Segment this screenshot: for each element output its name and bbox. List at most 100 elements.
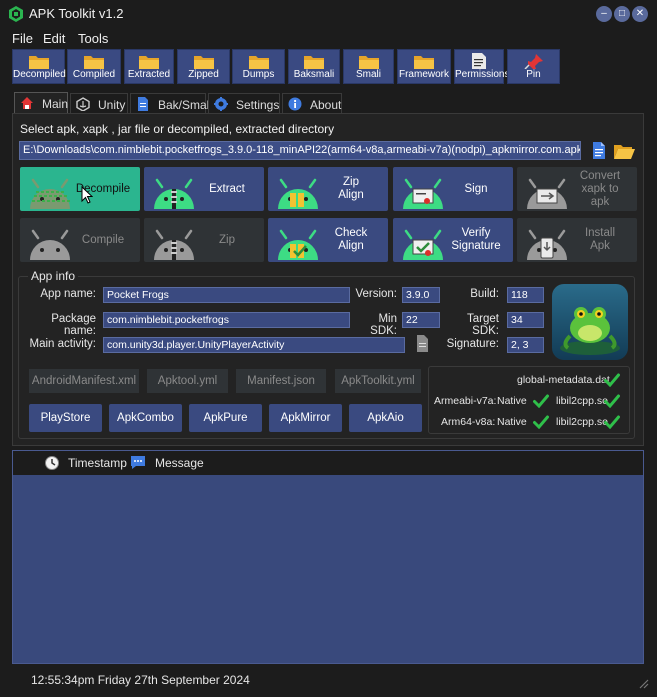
file-apktool-yml-button[interactable]: Apktool.yml: [147, 369, 228, 393]
folder-icon: [358, 56, 379, 69]
tab-unity[interactable]: Unity: [70, 93, 128, 113]
toolbar-button-label: Compiled: [72, 69, 116, 80]
toolbar-framework-button[interactable]: Framework: [397, 49, 451, 84]
menu-edit[interactable]: Edit: [43, 31, 65, 46]
store-apkmirror-button[interactable]: ApkMirror: [269, 404, 342, 432]
toolbar-button-label: Framework: [398, 69, 449, 80]
main-activity-field[interactable]: com.unity3d.player.UnityPlayerActivity: [103, 337, 405, 353]
store-apkaio-button[interactable]: ApkAio: [349, 404, 422, 432]
build-field[interactable]: 118: [507, 287, 544, 303]
install-apk-button[interactable]: Install Apk: [517, 218, 637, 262]
toolbar-extracted-button[interactable]: Extracted: [124, 49, 174, 84]
package-name-field[interactable]: com.nimblebit.pocketfrogs: [103, 312, 350, 328]
android-zip-icon: [154, 229, 194, 260]
menu-file[interactable]: File: [12, 31, 33, 46]
store-apkcombo-button[interactable]: ApkCombo: [109, 404, 182, 432]
resize-grip-icon[interactable]: [638, 678, 650, 690]
apk-path-input[interactable]: E:\Downloads\com.nimblebit.pocketfrogs_3…: [19, 141, 581, 160]
toolbar-button-label: Extracted: [127, 69, 171, 80]
tab-label: Bak/Smali: [158, 98, 213, 112]
arm64-type: Native: [497, 416, 527, 428]
zip-align-button[interactable]: Zip Align: [268, 167, 388, 211]
unity-icon: [76, 97, 90, 111]
file-icon[interactable]: [592, 142, 606, 159]
tab-settings[interactable]: Settings: [208, 93, 280, 113]
toolbar-permissions-button[interactable]: Permissions: [454, 49, 510, 84]
check-icon: [533, 394, 549, 409]
android-check-align-icon: [278, 229, 318, 260]
sign-label: Sign: [464, 182, 488, 195]
zip-button[interactable]: Zip: [144, 218, 264, 262]
build-label: Build:: [470, 288, 499, 300]
check-icon: [604, 415, 620, 430]
check-align-button[interactable]: Check Align: [268, 218, 388, 262]
toolbar-button-label: Permissions: [455, 69, 510, 80]
convert-xapk-label: Convert xapk to apk: [579, 169, 621, 208]
copy-document-icon[interactable]: [416, 335, 429, 352]
folder-icon: [248, 56, 269, 69]
toolbar-baksmali-button[interactable]: Baksmali: [288, 49, 340, 84]
android-verify-signature-icon: [403, 229, 443, 260]
target-sdk-field[interactable]: 34: [507, 312, 544, 328]
arm64-label: Arm64-v8a:: [441, 416, 496, 428]
tab-label: Main: [42, 97, 69, 111]
verify-signature-label: Verify Signature: [451, 227, 501, 252]
decompile-button[interactable]: Decompile: [20, 167, 140, 211]
file-apktoolkit-yml-button[interactable]: ApkToolkit.yml: [335, 369, 421, 393]
android-compile-icon: [30, 229, 70, 260]
toolbar-button-label: Pin: [526, 69, 541, 80]
folder-icon: [193, 56, 214, 69]
tab-label: Unity: [98, 98, 126, 112]
version-field[interactable]: 3.9.0: [402, 287, 440, 303]
log-column-message[interactable]: Message: [155, 456, 204, 470]
toolbar-button-label: Smali: [355, 69, 381, 80]
maximize-button[interactable]: □: [614, 6, 630, 22]
tab-about[interactable]: About: [282, 93, 342, 113]
message-icon: [131, 456, 145, 469]
store-apkpure-button[interactable]: ApkPure: [189, 404, 262, 432]
app-name-field[interactable]: Pocket Frogs: [103, 287, 350, 303]
file-androidmanifest-xml-button[interactable]: AndroidManifest.xml: [29, 369, 139, 393]
select-prompt: Select apk, xapk , jar file or decompile…: [20, 122, 335, 136]
android-sign-icon: [403, 178, 443, 209]
toolbar-decompiled-button[interactable]: Decompiled: [12, 49, 66, 84]
signature-field[interactable]: 2, 3: [507, 337, 544, 353]
global-metadata-label: global-metadata.dat: [517, 374, 610, 386]
document-icon: [472, 53, 486, 69]
app-logo-icon: [9, 6, 23, 22]
check-icon: [604, 373, 620, 388]
tab-main[interactable]: Main: [14, 92, 68, 114]
extract-button[interactable]: Extract: [144, 167, 264, 211]
minimize-button[interactable]: –: [596, 6, 612, 22]
toolbar-pin-button[interactable]: Pin: [507, 49, 560, 84]
close-button[interactable]: ✕: [632, 6, 648, 22]
compile-label: Compile: [81, 233, 125, 246]
open-folder-icon[interactable]: [614, 143, 635, 159]
compile-button[interactable]: Compile: [20, 218, 140, 262]
toolbar-zipped-button[interactable]: Zipped: [177, 49, 230, 84]
info-icon: [288, 97, 302, 111]
folder-icon: [414, 56, 434, 69]
home-icon: [21, 97, 33, 109]
log-column-timestamp[interactable]: Timestamp: [68, 456, 127, 470]
app-name-label: App name:: [40, 288, 96, 300]
sign-button[interactable]: Sign: [393, 167, 513, 211]
convert-xapk-button[interactable]: Convert xapk to apk: [517, 167, 637, 211]
menu-tools[interactable]: Tools: [78, 31, 108, 46]
toolbar-button-label: Decompiled: [13, 69, 66, 80]
signature-label: Signature:: [446, 338, 499, 350]
verify-signature-button[interactable]: Verify Signature: [393, 218, 513, 262]
file-manifest-json-button[interactable]: Manifest.json: [236, 369, 326, 393]
android-convert-xapk-icon: [527, 178, 567, 209]
log-list[interactable]: [12, 450, 644, 664]
toolbar-dumps-button[interactable]: Dumps: [232, 49, 285, 84]
tab-bak-smali[interactable]: Bak/Smali: [130, 93, 212, 113]
tab-label: About: [310, 98, 342, 112]
check-icon: [604, 394, 620, 409]
zip-align-label: Zip Align: [338, 176, 364, 201]
min-sdk-field[interactable]: 22: [402, 312, 440, 328]
toolbar-compiled-button[interactable]: Compiled: [67, 49, 121, 84]
gear-icon: [214, 97, 228, 111]
store-playstore-button[interactable]: PlayStore: [29, 404, 102, 432]
toolbar-smali-button[interactable]: Smali: [343, 49, 394, 84]
